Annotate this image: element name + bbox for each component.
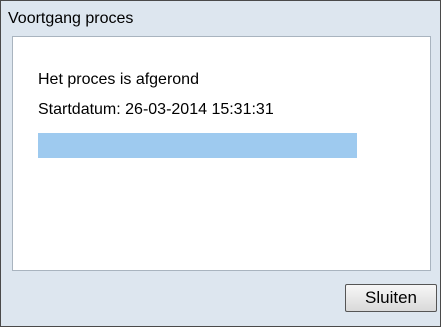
dialog-titlebar: Voortgang proces xyxy=(1,1,440,35)
progress-dialog: Voortgang proces Het proces is afgerond … xyxy=(0,0,441,327)
close-button[interactable]: Sluiten xyxy=(345,284,437,312)
progress-bar xyxy=(38,133,357,158)
dialog-content-panel: Het proces is afgerond Startdatum: 26-03… xyxy=(12,36,431,271)
start-date-text: Startdatum: 26-03-2014 15:31:31 xyxy=(38,101,274,118)
dialog-title: Voortgang proces xyxy=(8,10,134,27)
progress-bar-fill xyxy=(38,133,357,158)
status-text: Het proces is afgerond xyxy=(38,71,199,88)
